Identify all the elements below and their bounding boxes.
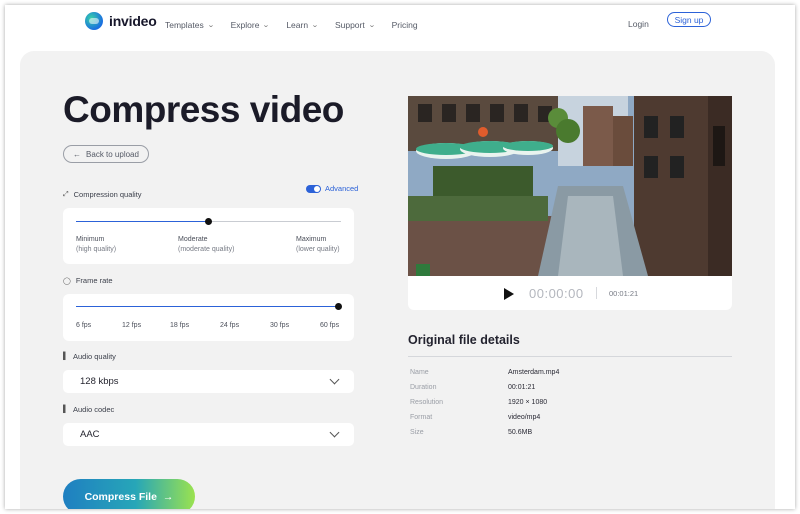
chevron-down-icon: ⌄	[367, 22, 376, 29]
logo[interactable]: invideo	[85, 12, 157, 30]
bar-chart-icon: ▌	[63, 353, 68, 360]
option-label: Moderate	[178, 236, 208, 243]
compress-file-button[interactable]: Compress File →	[63, 479, 195, 509]
details-title: Original file details	[408, 333, 520, 347]
compress-panel: Compress video ← Back to upload ⤢ Compre…	[20, 51, 775, 509]
invideo-logo-icon	[85, 12, 103, 30]
advanced-label: Advanced	[325, 184, 359, 193]
menu-item-support[interactable]: Support ⌄	[334, 20, 376, 30]
divider	[408, 356, 732, 357]
page-title: Compress video	[63, 89, 344, 130]
detail-key-format: Format	[410, 414, 433, 421]
menu-item-pricing[interactable]: Pricing	[392, 20, 418, 30]
fps-tick[interactable]: 6 fps	[76, 322, 91, 329]
menu-label: Pricing	[391, 20, 418, 30]
frame-rate-icon: ◯	[63, 277, 71, 285]
detail-key-size: Size	[410, 429, 424, 436]
browser-frame: invideo Templates ⌄ Explore ⌄ Learn ⌄ Su…	[5, 5, 795, 509]
detail-value-resolution: 1920 × 1080	[508, 399, 548, 406]
chevron-down-icon: ⌄	[206, 22, 215, 29]
option-minimum[interactable]: Minimum (high quality)	[76, 235, 116, 255]
back-label: Back to upload	[86, 149, 139, 159]
option-moderate[interactable]: Moderate (moderate quality)	[178, 235, 234, 255]
compression-slider-handle[interactable]	[205, 218, 212, 225]
bar-chart-icon: ▌	[63, 406, 68, 413]
back-to-upload-button[interactable]: ← Back to upload	[63, 145, 149, 163]
arrow-right-icon: →	[162, 490, 174, 503]
detail-key-resolution: Resolution	[410, 399, 444, 406]
select-value: AAC	[80, 429, 100, 440]
section-label-text: Audio codec	[72, 405, 115, 414]
login-link[interactable]: Login	[628, 19, 649, 29]
fps-tick[interactable]: 18 fps	[170, 322, 189, 329]
play-icon[interactable]	[504, 288, 514, 300]
menu-item-explore[interactable]: Explore ⌄	[230, 20, 271, 30]
detail-key-duration: Duration	[410, 384, 437, 391]
chevron-down-icon: ⌄	[311, 22, 319, 29]
frame-rate-label: ◯ Frame rate	[63, 276, 113, 285]
select-value: 128 kbps	[80, 376, 119, 387]
option-sub: (high quality)	[76, 246, 117, 253]
fps-tick[interactable]: 60 fps	[320, 322, 339, 329]
fps-tick[interactable]: 30 fps	[270, 322, 289, 329]
main-menu: Templates ⌄ Explore ⌄ Learn ⌄ Support ⌄ …	[165, 5, 418, 45]
fps-tick[interactable]: 12 fps	[122, 322, 141, 329]
toggle-switch[interactable]	[306, 184, 321, 193]
compression-quality-label: ⤢ Compression quality	[63, 190, 142, 199]
menu-item-learn[interactable]: Learn ⌄	[286, 20, 319, 30]
fps-tick[interactable]: 24 fps	[220, 322, 239, 329]
current-time: 00:00:00	[529, 286, 584, 301]
slider-fill	[76, 306, 338, 308]
frame-rate-slider-card: 6 fps 12 fps 18 fps 24 fps 30 fps 60 fps	[63, 294, 354, 341]
option-maximum[interactable]: Maximum (lower quality)	[296, 235, 340, 255]
chevron-down-icon	[329, 427, 340, 438]
detail-value-duration: 00:01:21	[508, 384, 536, 391]
menu-label: Support	[334, 20, 365, 30]
arrow-left-icon: ←	[73, 149, 82, 159]
section-label-text: Frame rate	[75, 276, 113, 285]
option-sub: (moderate quality)	[178, 246, 235, 253]
detail-key-name: Name	[410, 369, 429, 376]
option-sub: (lower quality)	[296, 246, 340, 253]
canal-scene-image	[408, 96, 732, 276]
detail-value-name: Amsterdam.mp4	[508, 369, 560, 376]
top-nav: invideo Templates ⌄ Explore ⌄ Learn ⌄ Su…	[5, 5, 795, 45]
option-label: Maximum	[296, 236, 327, 243]
menu-label: Learn	[286, 20, 309, 30]
button-label: Compress File	[84, 490, 157, 503]
slider-fill	[76, 221, 208, 223]
option-label: Minimum	[76, 236, 105, 243]
detail-value-size: 50.6MB	[508, 429, 533, 436]
audio-quality-label: ▌ Audio quality	[63, 352, 116, 361]
audio-codec-select[interactable]: AAC	[63, 423, 354, 446]
duration-time: 00:01:21	[609, 289, 639, 298]
logo-text: invideo	[109, 13, 157, 29]
compress-icon: ⤢	[63, 190, 69, 198]
time-divider	[596, 287, 597, 299]
section-label-text: Compression quality	[73, 190, 142, 199]
video-preview[interactable]	[408, 96, 732, 276]
frame-rate-slider-handle[interactable]	[335, 303, 342, 310]
audio-codec-label: ▌ Audio codec	[63, 405, 114, 414]
chevron-down-icon: ⌄	[262, 22, 271, 29]
menu-label: Templates	[165, 20, 204, 30]
section-label-text: Audio quality	[72, 352, 116, 361]
advanced-toggle[interactable]: Advanced	[306, 184, 358, 193]
signup-button[interactable]: Sign up	[667, 12, 711, 27]
chevron-down-icon	[329, 374, 340, 385]
menu-item-templates[interactable]: Templates ⌄	[165, 20, 215, 30]
audio-quality-select[interactable]: 128 kbps	[63, 370, 354, 393]
compression-slider-card: Minimum (high quality) Moderate (moderat…	[63, 208, 354, 264]
menu-label: Explore	[230, 20, 260, 30]
video-controls: 00:00:00 00:01:21	[408, 276, 732, 310]
detail-value-format: video/mp4	[508, 414, 541, 421]
